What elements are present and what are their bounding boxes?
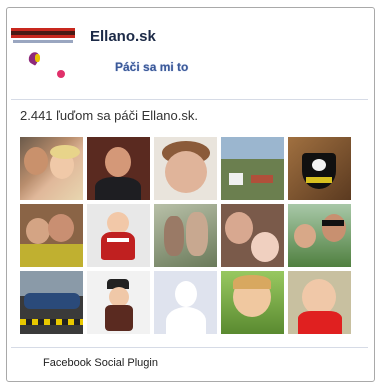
fan-avatar[interactable] (20, 204, 83, 267)
divider-top (11, 99, 368, 100)
fan-avatar[interactable] (221, 204, 284, 267)
logo-subtitle (13, 40, 73, 43)
like-button[interactable]: Páči sa mi to (115, 60, 188, 74)
divider-bottom (11, 347, 368, 348)
fan-avatar[interactable] (288, 137, 351, 200)
page-logo[interactable] (11, 16, 75, 80)
fan-avatar[interactable] (221, 137, 284, 200)
fan-avatar[interactable] (154, 204, 217, 267)
fan-avatar[interactable] (288, 204, 351, 267)
fan-avatar[interactable] (87, 204, 150, 267)
fan-avatar[interactable] (87, 137, 150, 200)
logo-band-dark (11, 31, 75, 35)
logo-flower-yellow (35, 54, 40, 62)
fan-avatar[interactable] (87, 271, 150, 334)
fan-count: 2.441 ľuďom sa páči Ellano.sk. (20, 108, 198, 123)
logo-dot (57, 70, 65, 78)
fan-grid (20, 137, 355, 337)
fan-avatar[interactable] (20, 271, 83, 334)
page-name-link[interactable]: Ellano.sk (90, 28, 156, 45)
fan-avatar[interactable] (154, 271, 217, 334)
fan-avatar[interactable] (154, 137, 217, 200)
social-plugin-footer[interactable]: Facebook Social Plugin (43, 357, 158, 369)
fan-avatar[interactable] (20, 137, 83, 200)
fan-avatar[interactable] (221, 271, 284, 334)
fan-avatar[interactable] (288, 271, 351, 334)
